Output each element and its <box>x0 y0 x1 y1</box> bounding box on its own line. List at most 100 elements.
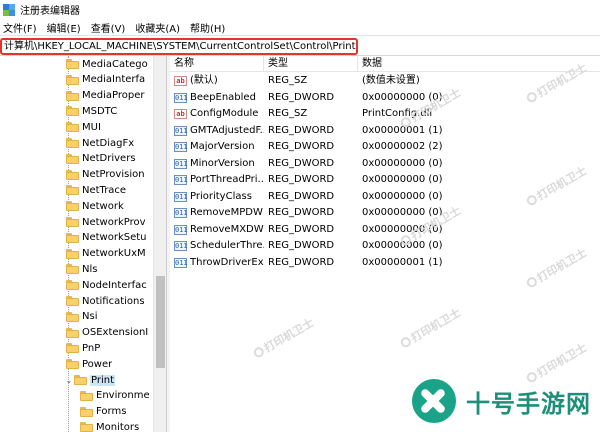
folder-icon <box>66 280 79 291</box>
value-row[interactable]: 011 MajorVersion REG_DWORD 0x00000002 (2) <box>170 139 600 156</box>
tree-item[interactable]: Forms <box>0 404 153 420</box>
folder-icon <box>66 264 79 275</box>
tree-item[interactable]: NetworkUxM <box>0 246 153 262</box>
column-header-type[interactable]: 类型 <box>264 56 358 72</box>
folder-icon <box>66 232 79 243</box>
string-value-icon: ab <box>174 109 187 119</box>
value-name: GMTAdjustedF... <box>190 124 264 136</box>
value-name: RemoveMPDW <box>190 207 263 218</box>
folder-icon <box>66 122 79 133</box>
registry-editor-icon <box>3 3 15 16</box>
string-value-icon: ab <box>174 76 187 86</box>
value-type: REG_SZ <box>268 108 308 119</box>
expand-chevron-icon[interactable]: ⌄ <box>64 376 74 385</box>
folder-icon <box>74 375 87 385</box>
tree-item[interactable]: ⌄ Print <box>0 372 153 388</box>
value-type: REG_DWORD <box>268 124 335 136</box>
folder-icon <box>66 153 79 164</box>
tree-item[interactable]: MediaProper <box>0 88 153 104</box>
tree-item[interactable]: Environme <box>0 388 153 404</box>
tree-item-label: NetProvision <box>82 169 145 181</box>
value-type: REG_DWORD <box>268 207 335 218</box>
menu-view[interactable]: 查看(V) <box>90 20 135 35</box>
binary-value-icon: 011 <box>174 92 188 103</box>
binary-value-icon: 011 <box>174 142 188 152</box>
menu-file[interactable]: 文件(F) <box>2 20 46 35</box>
value-row[interactable]: 011 GMTAdjustedF... REG_DWORD 0x00000001 (1… <box>170 123 600 140</box>
tree-item-label: MediaInterfa <box>82 74 146 86</box>
value-type: REG_DWORD <box>268 256 335 268</box>
value-row[interactable]: 011 RemoveMXDW REG_DWORD 0x00000000 (0) <box>170 222 600 239</box>
value-name: MajorVersion <box>190 141 255 152</box>
folder-icon <box>66 138 79 148</box>
tree-item[interactable]: NodeInterfac <box>0 277 153 293</box>
folder-icon <box>66 217 79 227</box>
value-row[interactable]: 011 PortThreadPri... REG_DWORD 0x00000000 (… <box>170 172 600 189</box>
tree-item[interactable]: PnP <box>0 340 153 356</box>
tree-item-label: Forms <box>96 406 127 418</box>
address-input[interactable]: 计算机\HKEY_LOCAL_MACHINE\SYSTEM\CurrentCon… <box>0 38 358 55</box>
menu-edit[interactable]: 编辑(E) <box>46 20 90 35</box>
tree-item[interactable]: MUI <box>0 119 153 135</box>
tree-item-label: Environme <box>96 390 150 402</box>
tree-item[interactable]: MSDTC <box>0 103 153 119</box>
value-data: 0x00000000 (0) <box>362 207 443 218</box>
folder-icon <box>66 169 79 180</box>
value-data: 0x00000000 (0) <box>362 157 443 169</box>
tree-item[interactable]: MediaCatego <box>0 56 153 72</box>
value-row[interactable]: 011 SchedulerThre... REG_DWORD 0x00000000 (… <box>170 238 600 255</box>
tree-item[interactable]: Power <box>0 356 153 372</box>
binary-value-icon: 011 <box>174 158 188 169</box>
brand-text: 十号手游网 <box>466 389 591 418</box>
folder-icon <box>80 406 93 417</box>
tree-scrollbar[interactable] <box>153 56 166 432</box>
tree-item[interactable]: OSExtensionI <box>0 325 153 341</box>
tree-item[interactable]: NetDiagFx <box>0 135 153 151</box>
value-name: RemoveMXDW <box>190 223 264 235</box>
value-type: REG_DWORD <box>268 174 335 185</box>
tree-item-label: NetworkUxM <box>82 248 146 260</box>
tree-item-label: Network <box>82 200 124 212</box>
brand-logo-icon <box>412 379 456 423</box>
value-data: 0x00000000 (0) <box>362 91 443 103</box>
value-data: 0x00000002 (2) <box>362 141 443 152</box>
tree-scroll-thumb[interactable] <box>156 276 165 368</box>
folder-icon <box>66 311 79 322</box>
value-name: BeepEnabled <box>190 91 256 103</box>
column-header-name[interactable]: 名称 <box>170 56 264 72</box>
binary-value-icon: 011 <box>174 191 188 202</box>
tree-item-label: NetworkProv <box>82 216 146 228</box>
menu-favorites[interactable]: 收藏夹(A) <box>134 20 189 35</box>
tree-item[interactable]: Monitors <box>0 419 153 432</box>
tree-item[interactable]: Nls <box>0 261 153 277</box>
tree-item[interactable]: Network <box>0 198 153 214</box>
tree-item-label: MediaCatego <box>82 58 148 70</box>
value-name: PortThreadPri... <box>190 174 264 185</box>
tree-item-label: PnP <box>82 342 101 354</box>
menu-help[interactable]: 帮助(H) <box>189 20 234 35</box>
tree-item-label: NodeInterfac <box>82 279 147 291</box>
tree-item[interactable]: NetTrace <box>0 182 153 198</box>
tree-item[interactable]: Notifications <box>0 293 153 309</box>
value-row[interactable]: 011ThrowDriverEx...REG_DWORD0x00000001 (… <box>170 255 600 272</box>
tree-item[interactable]: MediaInterfa <box>0 72 153 88</box>
folder-icon <box>80 422 93 432</box>
folder-icon <box>66 359 79 370</box>
folder-icon <box>66 185 79 196</box>
tree-item-label: MediaProper <box>82 90 145 102</box>
key-tree: MediaCatego MediaInterfa MediaProper MSDTC M… <box>0 56 166 432</box>
folder-icon <box>66 106 79 117</box>
title-bar: 注册表编辑器 <box>0 0 600 19</box>
tree-item[interactable]: NetworkProv <box>0 214 153 230</box>
brand-logo: 十号手游网 <box>412 378 591 424</box>
tree-item[interactable]: NetworkSetu <box>0 230 153 246</box>
tree-item[interactable]: NetProvision <box>0 167 153 183</box>
binary-value-icon: 011 <box>174 125 188 136</box>
tree-item[interactable]: NetDrivers <box>0 151 153 167</box>
value-row[interactable]: 011 MinorVersion REG_DWORD 0x00000000 (0) <box>170 156 600 173</box>
value-row[interactable]: 011 RemoveMPDW REG_DWORD 0x00000000 (0) <box>170 205 600 222</box>
value-row[interactable]: ab ConfigModule REG_SZ PrintConfig.dll <box>170 106 600 123</box>
tree-item-label: MUI <box>82 121 101 133</box>
value-type: REG_DWORD <box>268 223 335 235</box>
tree-item[interactable]: Nsi <box>0 309 153 325</box>
